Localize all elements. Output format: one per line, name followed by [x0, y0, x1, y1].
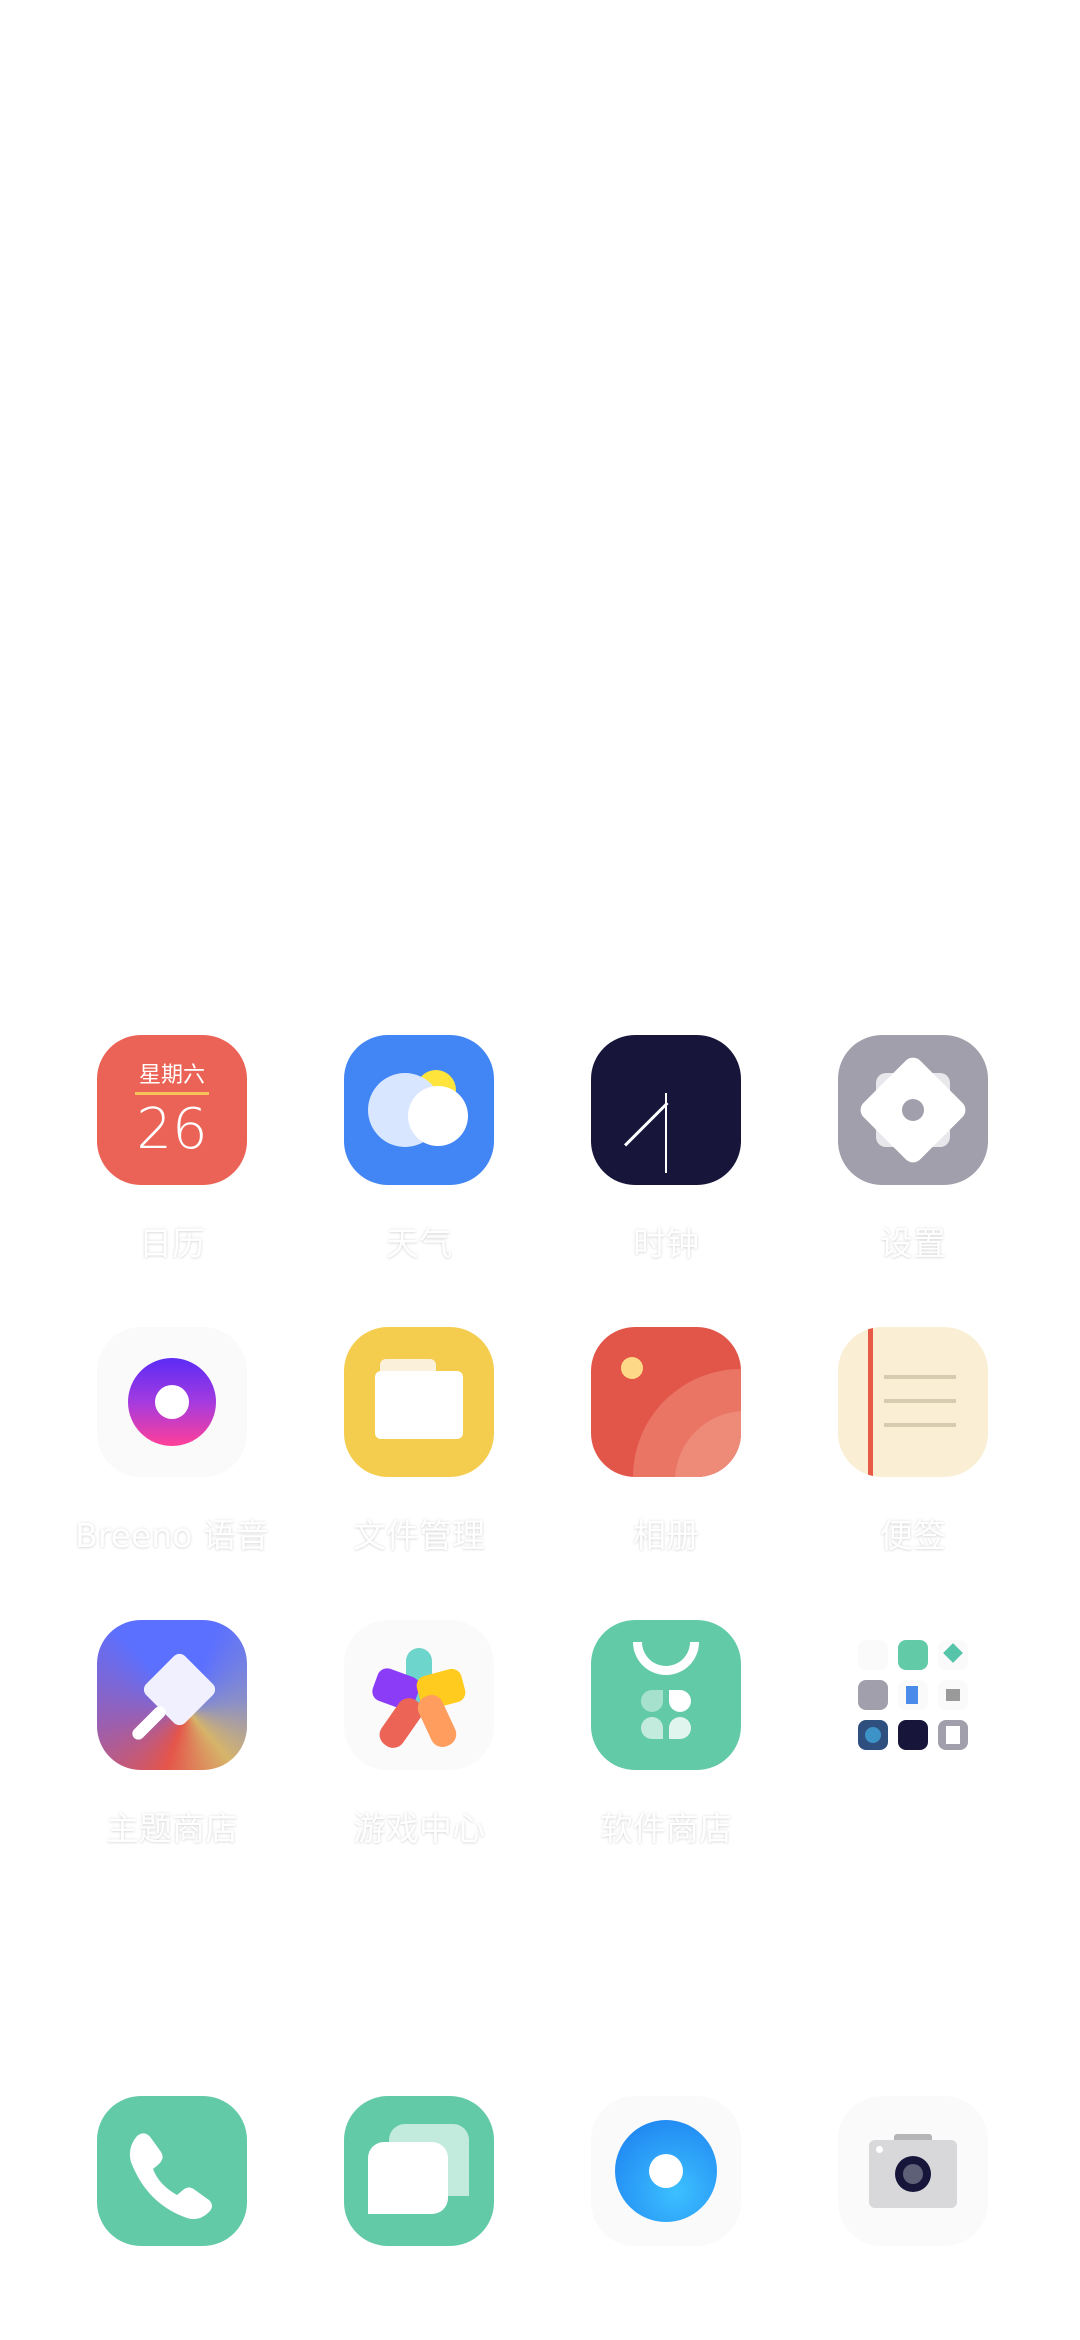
app-label: 便签	[880, 1516, 946, 1555]
browser-icon	[591, 2096, 741, 2246]
camera-icon	[838, 2096, 988, 2246]
app-breeno[interactable]: Breeno 语音	[72, 1327, 272, 1557]
app-label: 日历	[139, 1224, 205, 1263]
sim-icon	[938, 1720, 968, 1750]
dock-browser[interactable]	[566, 2096, 766, 2246]
phone-icon	[97, 2096, 247, 2246]
app-label: 游戏中心	[353, 1809, 485, 1848]
app-file-manager[interactable]: 文件管理	[319, 1327, 519, 1557]
app-label: 软件商店	[600, 1809, 732, 1848]
app-label: 时钟	[633, 1224, 699, 1263]
breeno-icon	[97, 1327, 247, 1477]
calendar-weekday: 星期六	[138, 1063, 205, 1088]
health-icon	[938, 1640, 968, 1670]
app-game-center[interactable]: 游戏中心	[319, 1620, 519, 1850]
app-label: 设置	[880, 1224, 946, 1263]
calendar-day: 26	[136, 1097, 208, 1162]
game-center-icon	[344, 1620, 494, 1770]
software-store-icon	[591, 1620, 741, 1770]
app-weather[interactable]: 天气	[319, 1035, 519, 1265]
messages-icon	[344, 2096, 494, 2246]
app-folder[interactable]	[813, 1620, 1013, 1770]
app-notes[interactable]: 便签	[813, 1327, 1013, 1557]
folder-icon	[344, 1327, 494, 1477]
app-calendar[interactable]: 星期六 26 日历	[72, 1035, 272, 1265]
app-software-store[interactable]: 软件商店	[566, 1620, 766, 1850]
settings-icon	[838, 1035, 988, 1185]
notes-icon	[838, 1327, 988, 1477]
dock-phone[interactable]	[72, 2096, 272, 2246]
app-settings[interactable]: 设置	[813, 1035, 1013, 1265]
app-label: 文件管理	[353, 1516, 485, 1555]
theme-store-icon	[97, 1620, 247, 1770]
app-label: Breeno 语音	[75, 1516, 269, 1555]
dock-camera[interactable]	[813, 2096, 1013, 2246]
contacts-icon	[898, 1640, 928, 1670]
folder-group-icon	[838, 1620, 988, 1770]
weather-icon	[344, 1035, 494, 1185]
app-label: 主题商店	[106, 1809, 238, 1848]
calendar-icon: 星期六 26	[97, 1035, 247, 1185]
app-clock[interactable]: 时钟	[566, 1035, 766, 1265]
lock-icon	[858, 1680, 888, 1710]
compass-icon	[858, 1720, 888, 1750]
gallery-icon	[591, 1327, 741, 1477]
app-theme-store[interactable]: 主题商店	[72, 1620, 272, 1850]
recorder-icon	[938, 1680, 968, 1710]
dock-messages[interactable]	[319, 2096, 519, 2246]
clock-icon	[591, 1035, 741, 1185]
calculator-icon	[858, 1640, 888, 1670]
clone-icon	[898, 1680, 928, 1710]
app-label: 天气	[386, 1224, 452, 1263]
stopwatch-icon	[898, 1720, 928, 1750]
divider	[135, 1092, 209, 1095]
app-label: 相册	[633, 1516, 699, 1555]
app-gallery[interactable]: 相册	[566, 1327, 766, 1557]
